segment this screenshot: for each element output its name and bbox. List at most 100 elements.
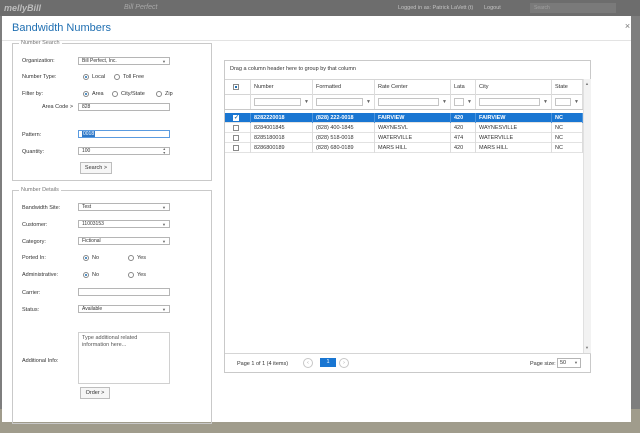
pattern-label: Pattern:: [22, 132, 42, 138]
organization-select[interactable]: Bill Perfect, Inc. ▼: [78, 57, 170, 65]
filter-area-radio[interactable]: [83, 91, 89, 97]
filter-area-label: Area: [92, 91, 104, 97]
funnel-icon[interactable]: ▼: [304, 99, 309, 105]
select-all-checkbox[interactable]: [233, 84, 239, 90]
row-checkbox[interactable]: [233, 145, 239, 151]
cell-city: MARS HILL: [476, 143, 552, 153]
number-type-tollfree-radio[interactable]: [114, 74, 120, 80]
table-row[interactable]: 8285180018 (828) 518-0018 WATERVILLE 474…: [225, 133, 583, 143]
prev-page-icon[interactable]: ‹: [303, 358, 313, 368]
funnel-icon[interactable]: ▼: [574, 99, 579, 105]
dialog-title: Bandwidth Numbers: [12, 22, 112, 34]
cell-formatted: (828) 222-0018: [313, 113, 375, 123]
cell-number: 8286800189: [251, 143, 313, 153]
ported-in-no-radio[interactable]: [83, 255, 89, 261]
stepper-arrows-icon[interactable]: ▲ ▼: [163, 148, 166, 154]
filter-input-city[interactable]: [479, 98, 540, 106]
column-header-rate-center[interactable]: Rate Center: [375, 80, 451, 95]
column-header-number[interactable]: Number: [251, 80, 313, 95]
carrier-input[interactable]: [78, 288, 170, 296]
funnel-icon[interactable]: ▼: [543, 99, 548, 105]
app-search-input: Search: [530, 3, 616, 13]
filter-input-lata[interactable]: [454, 98, 464, 106]
cell-formatted: (828) 400-1845: [313, 123, 375, 133]
pager-info: Page 1 of 1 (4 items): [237, 361, 289, 367]
current-page-button[interactable]: 1: [320, 358, 336, 367]
app-background-right: [631, 16, 640, 433]
funnel-icon[interactable]: ▼: [467, 99, 472, 105]
column-header-state[interactable]: State: [552, 80, 583, 95]
table-row[interactable]: 8282220018 (828) 222-0018 FAIRVIEW 420 F…: [225, 113, 583, 123]
cell-lata: 474: [451, 133, 476, 143]
chevron-down-icon: ▼: [162, 239, 166, 244]
page-size-select[interactable]: 50 ▼: [557, 358, 581, 368]
organization-label: Organization:: [22, 58, 55, 64]
filter-citystate-label: City/State: [121, 91, 145, 97]
group-by-hint[interactable]: Drag a column header here to group by th…: [230, 66, 356, 72]
filter-citystate-radio[interactable]: [112, 91, 118, 97]
ported-in-yes-radio[interactable]: [128, 255, 134, 261]
filter-input-rate-center[interactable]: [378, 98, 439, 106]
customer-value: 11003153: [82, 221, 104, 227]
cell-formatted: (828) 518-0018: [313, 133, 375, 143]
filter-zip-radio[interactable]: [156, 91, 162, 97]
number-type-label: Number Type:: [22, 74, 57, 80]
filter-input-number[interactable]: [254, 98, 301, 106]
bandwidth-site-value: Test: [82, 204, 92, 210]
app-header-background: mellyBill Bill Perfect Logged in as: Pat…: [0, 0, 640, 16]
cell-lata: 420: [451, 123, 476, 133]
row-select-cell: [225, 123, 251, 133]
close-icon[interactable]: ×: [623, 21, 632, 31]
filter-input-formatted[interactable]: [316, 98, 363, 106]
column-header-lata[interactable]: Lata: [451, 80, 476, 95]
funnel-icon[interactable]: ▼: [442, 99, 447, 105]
table-row[interactable]: 8286800189 (828) 680-0189 MARS HILL 420 …: [225, 143, 583, 153]
row-select-cell: [225, 143, 251, 153]
filter-input-state[interactable]: [555, 98, 571, 106]
chevron-down-icon: ▼: [162, 222, 166, 227]
cell-number: 8282220018: [251, 113, 313, 123]
filter-cell-lata: ▼: [451, 95, 476, 109]
table-row[interactable]: 8284001845 (828) 400-1845 WAYNESVL 420 W…: [225, 123, 583, 133]
page-size-label: Page size:: [530, 361, 556, 367]
grid-vertical-scrollbar[interactable]: ▲ ▼: [583, 79, 591, 353]
additional-info-label: Additional Info:: [22, 358, 59, 364]
cell-rate-center: FAIRVIEW: [375, 113, 451, 123]
column-header-city[interactable]: City: [476, 80, 552, 95]
cell-state: NC: [552, 133, 583, 143]
logout-link: Logout: [484, 5, 501, 11]
column-header-formatted[interactable]: Formatted: [313, 80, 375, 95]
row-checkbox[interactable]: [233, 125, 239, 131]
funnel-icon[interactable]: ▼: [366, 99, 371, 105]
status-select[interactable]: Available ▼: [78, 305, 170, 313]
next-page-icon[interactable]: ›: [339, 358, 349, 368]
customer-select[interactable]: 11003153 ▼: [78, 220, 170, 228]
number-type-local-radio[interactable]: [83, 74, 89, 80]
bandwidth-site-select[interactable]: Test ▼: [78, 203, 170, 211]
row-checkbox[interactable]: [233, 114, 239, 121]
order-button[interactable]: Order >: [80, 387, 110, 399]
additional-info-textarea[interactable]: Type additional related information here…: [78, 332, 170, 384]
scroll-up-icon[interactable]: ▲: [585, 81, 589, 86]
administrative-yes-radio[interactable]: [128, 272, 134, 278]
number-type-tollfree-label: Toll Free: [123, 74, 145, 80]
administrative-no-radio[interactable]: [83, 272, 89, 278]
pattern-input[interactable]: 0018: [78, 130, 170, 138]
quantity-label: Quantity:: [22, 149, 45, 155]
area-code-input[interactable]: 828: [78, 103, 170, 111]
bandwidth-numbers-dialog: Bandwidth Numbers × Number Search Organi…: [2, 16, 632, 424]
ported-in-yes-label: Yes: [137, 255, 146, 261]
quantity-stepper[interactable]: 100 ▲ ▼: [78, 147, 170, 155]
app-logo: mellyBill: [4, 3, 42, 13]
row-checkbox[interactable]: [233, 135, 239, 141]
search-button[interactable]: Search >: [80, 162, 112, 174]
cell-number: 8284001845: [251, 123, 313, 133]
row-select-cell: [225, 133, 251, 143]
category-select[interactable]: Fictional ▼: [78, 237, 170, 245]
cell-lata: 420: [451, 143, 476, 153]
chevron-down-icon: ▼: [574, 360, 578, 365]
scroll-down-icon[interactable]: ▼: [585, 345, 589, 350]
numbers-grid: Drag a column header here to group by th…: [224, 60, 591, 373]
status-value: Available: [82, 306, 103, 312]
cell-rate-center: WATERVILLE: [375, 133, 451, 143]
